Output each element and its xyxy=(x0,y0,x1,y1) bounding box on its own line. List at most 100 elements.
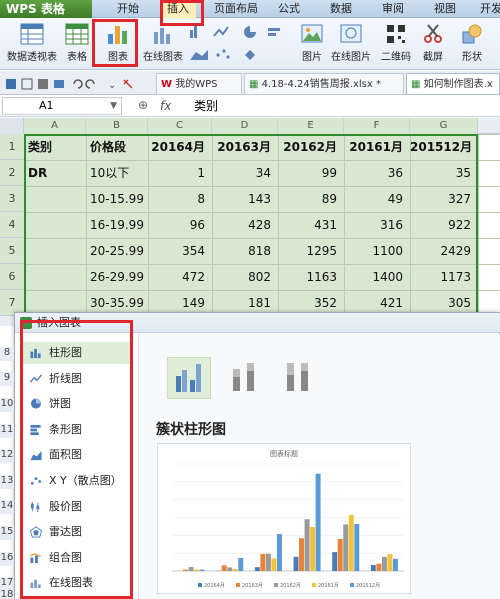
row-header[interactable]: 10 xyxy=(0,398,14,412)
picture-button[interactable]: 图片 xyxy=(298,20,326,68)
row-header[interactable]: 2 xyxy=(0,160,24,186)
dialog-title-bar: 插入图表 xyxy=(15,313,500,333)
tab-start[interactable]: 开始 xyxy=(110,0,146,18)
column-header[interactable]: C xyxy=(148,118,212,134)
nav-item-line-chart[interactable]: 折线图 xyxy=(21,368,133,390)
column-header[interactable]: E xyxy=(278,118,344,134)
preview-bar xyxy=(271,558,277,571)
select-all-corner[interactable] xyxy=(0,118,24,134)
stacked-column-option[interactable] xyxy=(223,357,267,399)
column-header[interactable]: A xyxy=(24,118,86,134)
pivot-table-label: 数据透视表 xyxy=(7,52,57,63)
nav-item-label: 雷达图 xyxy=(49,525,82,538)
pivot-table-button[interactable]: 数据透视表 xyxy=(4,20,60,68)
preview-bar xyxy=(199,569,205,571)
nav-item-radar-chart[interactable]: 雷达图 xyxy=(21,521,133,543)
tab-review[interactable]: 审阅 xyxy=(376,0,410,18)
preview-bar xyxy=(348,514,354,571)
line-chart-icon xyxy=(29,374,43,383)
screenshot-button[interactable]: 截屏 xyxy=(416,20,450,68)
scissors-icon xyxy=(424,24,442,43)
app-menu-button[interactable]: WPS 表格 xyxy=(0,0,92,18)
tab-my-wps-label: 我的WPS xyxy=(175,79,218,90)
preview-bar xyxy=(387,554,393,571)
nav-item-area-chart[interactable]: 面积图 xyxy=(21,444,133,466)
row-header[interactable]: 5 xyxy=(0,238,24,264)
zoom-icon[interactable]: ⊕ xyxy=(138,98,152,114)
fx-icon[interactable]: fx xyxy=(160,97,180,115)
online-picture-button[interactable]: 在线图片 xyxy=(328,20,374,68)
column-header[interactable]: F xyxy=(344,118,410,134)
column-header[interactable]: G xyxy=(410,118,478,134)
percent-stacked-column-option[interactable] xyxy=(277,357,321,399)
qrcode-label: 二维码 xyxy=(381,52,411,63)
nav-item-label: 条形图 xyxy=(49,423,82,436)
spreadsheet-icon-active: ▦ xyxy=(411,79,421,90)
preview-bar xyxy=(238,557,244,571)
tab-how-to-chart[interactable]: ▦ 如何制作图表.x xyxy=(406,73,500,95)
insert-chart-button[interactable]: 图表 xyxy=(98,20,138,68)
name-box[interactable]: A1 ▼ xyxy=(2,97,122,115)
chart-types-icon xyxy=(190,26,280,60)
formula-input[interactable]: 类别 xyxy=(194,97,494,115)
preview-bar xyxy=(315,473,321,571)
online-picture-label: 在线图片 xyxy=(331,52,371,63)
nav-item-stock-chart[interactable]: 股价图 xyxy=(21,496,133,518)
column-chart-icon xyxy=(30,348,41,359)
nav-item-column-chart[interactable]: 柱形图 xyxy=(21,342,133,364)
legend-entry: 20162月 xyxy=(280,583,301,589)
nav-item-label: 饼图 xyxy=(49,397,71,410)
tab-sales-report[interactable]: ▦ 4.18-4.24销售周报.xlsx * xyxy=(244,73,404,95)
row-header[interactable]: 15 xyxy=(0,526,14,540)
row-header[interactable]: 16 xyxy=(0,552,14,566)
tab-page-layout[interactable]: 页面布局 xyxy=(210,0,262,18)
chevron-down-icon: ▼ xyxy=(110,101,117,111)
row-header[interactable]: 9 xyxy=(0,372,14,386)
preview-bar xyxy=(254,567,260,571)
nav-item-label: 组合图 xyxy=(49,551,82,564)
preview-bar xyxy=(260,553,266,571)
column-header[interactable]: D xyxy=(212,118,278,134)
tab-insert[interactable]: 插入 xyxy=(160,0,196,18)
online-chart-button[interactable]: 在线图表 xyxy=(140,20,186,68)
table-button[interactable]: 表格 xyxy=(62,20,92,68)
nav-item-pie-chart[interactable]: 饼图 xyxy=(21,393,133,415)
preview-bar xyxy=(354,524,360,571)
row-header[interactable]: 12 xyxy=(0,449,14,463)
row-header[interactable]: 14 xyxy=(0,500,14,514)
row-header[interactable]: 3 xyxy=(0,186,24,212)
nav-item-label: 折线图 xyxy=(49,372,82,385)
nav-item-online-chart[interactable]: 在线图表 xyxy=(21,572,133,594)
preview-bar xyxy=(265,553,271,571)
nav-item-label: 股价图 xyxy=(49,500,82,513)
xy-scatter-chart-icon xyxy=(30,477,42,485)
nav-item-bar-chart[interactable]: 条形图 xyxy=(21,419,133,441)
column-header[interactable]: B xyxy=(86,118,148,134)
spreadsheet-grid[interactable]: A B C D E F G 1 2 3 4 5 6 7 类别 价格段 20164月 20163月 20162月 201… xyxy=(0,118,500,326)
shape-button[interactable]: 形状 xyxy=(452,20,492,68)
tab-my-wps[interactable]: W 我的WPS xyxy=(156,73,242,95)
preview-bar xyxy=(183,569,189,571)
row-header[interactable]: 18 xyxy=(0,589,14,599)
row-header[interactable]: 1 xyxy=(0,134,24,160)
row-header[interactable]: 11 xyxy=(0,424,14,438)
row-header[interactable]: 13 xyxy=(0,475,14,489)
online-chart-icon xyxy=(154,28,170,44)
tab-developer[interactable]: 开发 xyxy=(476,0,500,18)
tab-view[interactable]: 视图 xyxy=(428,0,462,18)
row-header[interactable]: 4 xyxy=(0,212,24,238)
preview-title: 图表标题 xyxy=(270,449,298,458)
tab-formula[interactable]: 公式 xyxy=(272,0,306,18)
app-title: WPS 表格 xyxy=(6,2,65,16)
row-header[interactable]: 8 xyxy=(0,347,14,361)
screenshot-label: 截屏 xyxy=(423,52,443,63)
tab-data[interactable]: 数据 xyxy=(324,0,358,18)
nav-item-xy-scatter-chart[interactable]: X Y（散点图） xyxy=(21,470,133,492)
row-header[interactable]: 6 xyxy=(0,264,24,290)
qrcode-button[interactable]: 二维码 xyxy=(378,20,414,68)
chart-type-gallery[interactable] xyxy=(188,22,288,66)
nav-item-combo-chart[interactable]: 组合图 xyxy=(21,547,133,569)
preview-bar xyxy=(221,565,227,571)
bar-chart-icon xyxy=(108,26,127,44)
clustered-column-option[interactable] xyxy=(167,357,211,399)
